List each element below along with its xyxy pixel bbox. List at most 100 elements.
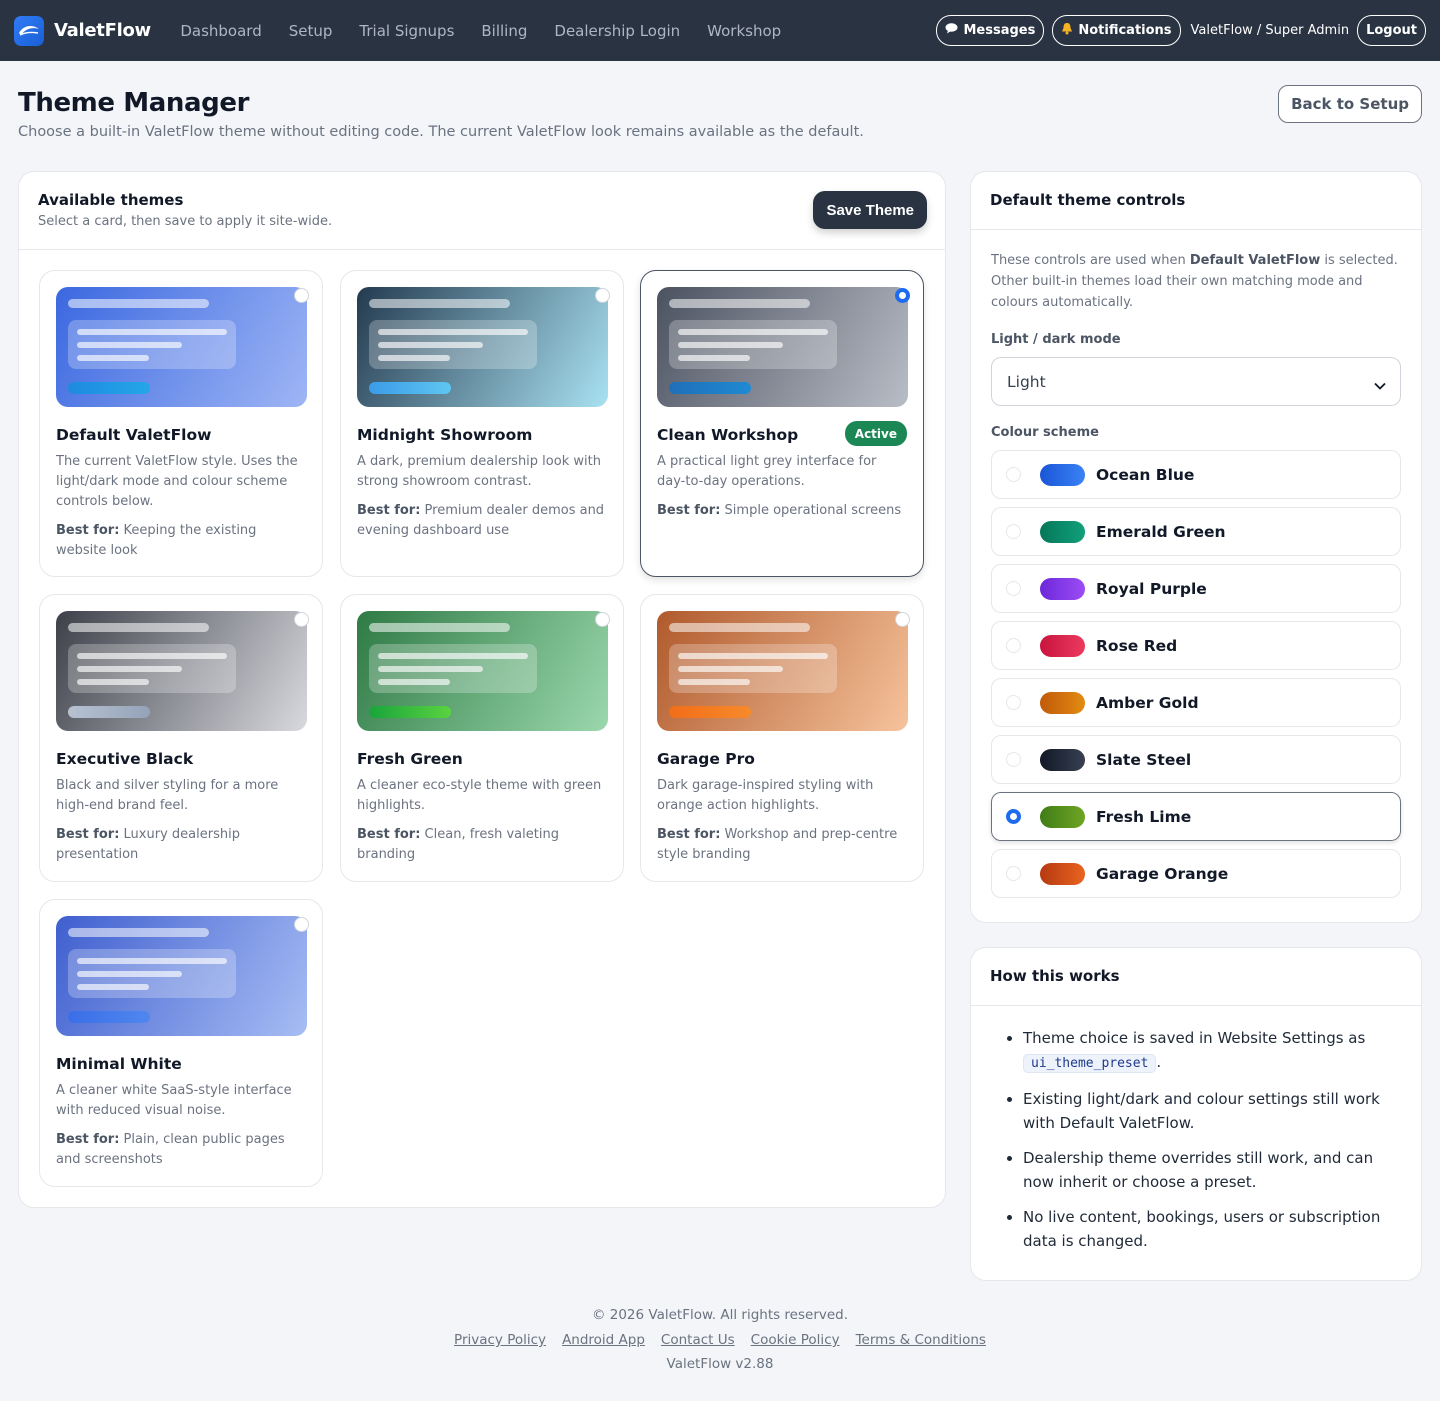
nav-link-dashboard[interactable]: Dashboard [167, 22, 275, 40]
preview-box [68, 320, 236, 369]
footer-version: ValetFlow v2.88 [666, 1356, 774, 1372]
colour-option[interactable]: Amber Gold [991, 678, 1401, 727]
colour-scheme-label: Colour scheme [991, 425, 1099, 440]
theme-radio[interactable] [895, 288, 910, 303]
nav-link-trial-signups[interactable]: Trial Signups [346, 22, 468, 40]
theme-radio[interactable] [895, 612, 910, 627]
colour-option[interactable]: Slate Steel [991, 735, 1401, 784]
theme-radio[interactable] [294, 612, 309, 627]
colour-swatch [1040, 463, 1085, 486]
colour-option[interactable]: Ocean Blue [991, 450, 1401, 499]
colour-option[interactable]: Royal Purple [991, 564, 1401, 613]
chevron-down-icon [1374, 376, 1386, 394]
theme-radio[interactable] [294, 917, 309, 932]
colour-option[interactable]: Rose Red [991, 621, 1401, 670]
theme-preview [56, 611, 307, 731]
notifications-button[interactable]: Notifications [1052, 15, 1181, 46]
preview-box [669, 644, 837, 693]
footer-link-terms[interactable]: Terms & Conditions [856, 1332, 986, 1348]
preview-box [68, 949, 236, 998]
nav-link-billing[interactable]: Billing [468, 22, 541, 40]
how-item: Theme choice is saved in Website Setting… [1023, 1026, 1395, 1076]
theme-card[interactable]: Minimal White A cleaner white SaaS-style … [39, 899, 323, 1187]
colour-swatch [1040, 862, 1085, 885]
colour-scheme-list: Ocean Blue Emerald Green Royal Purple Rose … [991, 450, 1401, 898]
theme-card[interactable]: Midnight Showroom A dark, premium dealers… [340, 270, 624, 577]
theme-radio[interactable] [294, 288, 309, 303]
footer: © 2026 ValetFlow. All rights reserved. P… [0, 1307, 1440, 1372]
active-badge: Active [844, 421, 907, 446]
preview-box [369, 320, 537, 369]
colour-radio[interactable] [1006, 581, 1021, 596]
controls-panel-header: Default theme controls [971, 172, 1421, 230]
preview-bar [369, 623, 510, 632]
preview-pill [369, 382, 451, 394]
theme-best-for: Best for: Simple operational screens [657, 503, 902, 518]
controls-note: These controls are used when Default Val… [991, 253, 1398, 310]
messages-button[interactable]: Messages [936, 15, 1045, 46]
theme-name: Executive Black [56, 750, 194, 768]
colour-radio[interactable] [1006, 638, 1021, 653]
theme-card[interactable]: Garage Pro Dark garage-inspired styling w… [640, 594, 924, 882]
preview-pill [369, 706, 451, 718]
logout-label: Logout [1366, 23, 1417, 38]
preview-pill [68, 706, 150, 718]
footer-link-privacy[interactable]: Privacy Policy [454, 1332, 546, 1348]
theme-name: Fresh Green [357, 750, 463, 768]
theme-preview [657, 611, 908, 731]
theme-radio[interactable] [595, 612, 610, 627]
theme-card[interactable]: Clean Workshop A practical light grey int… [640, 270, 924, 577]
preview-box [68, 644, 236, 693]
save-theme-button[interactable]: Save Theme [813, 191, 927, 229]
mode-label: Light / dark mode [991, 332, 1121, 347]
colour-name: Royal Purple [1096, 579, 1207, 598]
colour-radio[interactable] [1006, 524, 1021, 539]
colour-radio[interactable] [1006, 467, 1021, 482]
theme-card[interactable]: Executive Black Black and silver styling … [39, 594, 323, 882]
preview-box [369, 644, 537, 693]
footer-link-contact[interactable]: Contact Us [661, 1332, 735, 1348]
theme-desc: Dark garage-inspired styling with orange… [657, 778, 874, 813]
how-item: Existing light/dark and colour settings … [1023, 1087, 1395, 1135]
theme-desc: A cleaner eco-style theme with green hig… [357, 778, 602, 813]
nav-link-workshop[interactable]: Workshop [694, 22, 795, 40]
page-header: Theme Manager Choose a built-in ValetFlo… [18, 88, 864, 140]
nav-link-setup[interactable]: Setup [275, 22, 346, 40]
valetflow-logo-icon [14, 15, 44, 46]
theme-radio[interactable] [595, 288, 610, 303]
theme-card[interactable]: Fresh Green A cleaner eco-style theme wit… [340, 594, 624, 882]
mode-select[interactable]: Light [991, 357, 1401, 406]
logout-button[interactable]: Logout [1357, 15, 1426, 46]
bell-icon [1061, 22, 1073, 39]
colour-name: Fresh Lime [1096, 807, 1192, 826]
colour-option[interactable]: Emerald Green [991, 507, 1401, 556]
colour-radio[interactable] [1006, 752, 1021, 767]
colour-name: Ocean Blue [1096, 465, 1195, 484]
theme-card[interactable]: Default ValetFlow The current ValetFlow s… [39, 270, 323, 577]
theme-preview [657, 287, 908, 407]
back-to-setup-button[interactable]: Back to Setup [1278, 85, 1422, 123]
how-item: Dealership theme overrides still work, a… [1023, 1146, 1395, 1194]
nav-link-dealership-login[interactable]: Dealership Login [541, 22, 694, 40]
colour-radio[interactable] [1006, 809, 1021, 824]
colour-option[interactable]: Garage Orange [991, 849, 1401, 898]
preview-bar [369, 299, 510, 308]
colour-radio[interactable] [1006, 866, 1021, 881]
current-user: ValetFlow / Super Admin [1190, 23, 1350, 38]
colour-swatch [1040, 634, 1085, 657]
page-subtitle: Choose a built-in ValetFlow theme withou… [18, 124, 864, 140]
how-panel-header: How this works [971, 948, 1421, 1006]
how-item: No live content, bookings, users or subs… [1023, 1205, 1395, 1253]
theme-desc: A practical light grey interface for day… [657, 454, 877, 489]
preview-bar [68, 623, 209, 632]
footer-link-cookie[interactable]: Cookie Policy [751, 1332, 840, 1348]
theme-preview [56, 916, 307, 1036]
colour-option[interactable]: Fresh Lime [991, 792, 1401, 841]
colour-radio[interactable] [1006, 695, 1021, 710]
brand-name: ValetFlow [54, 20, 151, 41]
theme-best-for: Best for: Clean, fresh valeting branding [357, 827, 559, 862]
brand[interactable]: ValetFlow [14, 15, 151, 46]
footer-link-android-app[interactable]: Android App [562, 1332, 645, 1348]
theme-desc: A dark, premium dealership look with str… [357, 454, 601, 489]
themes-panel-header: Available themes Select a card, then sav… [19, 172, 945, 250]
